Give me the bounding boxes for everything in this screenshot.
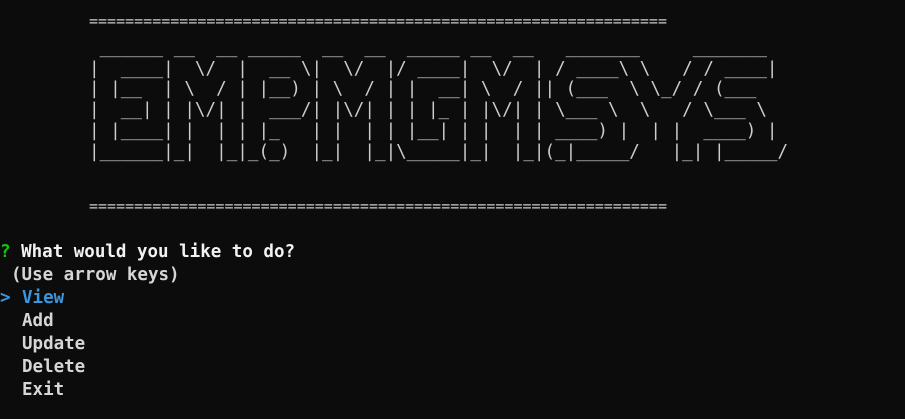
prompt-line: ? What would you like to do?	[0, 241, 295, 264]
ascii-art-logo: ______ __ __ _____ __ __ _____ __ __ ___…	[89, 38, 789, 162]
prompt-hint: (Use arrow keys)	[11, 265, 180, 285]
menu-selection-pointer: >	[0, 288, 11, 308]
terminal-window: ========================================…	[0, 0, 905, 419]
banner-bottom-rule: ========================================…	[89, 200, 667, 212]
prompt-question-marker: ?	[0, 242, 11, 262]
menu-item-update[interactable]: Update	[22, 333, 85, 356]
prompt-question: What would you like to do?	[21, 242, 296, 262]
banner-top-rule: ========================================…	[89, 15, 667, 27]
menu-item-add[interactable]: Add	[22, 310, 54, 333]
menu-item-exit[interactable]: Exit	[22, 379, 64, 402]
menu-item-view[interactable]: View	[22, 287, 64, 310]
menu-item-delete[interactable]: Delete	[22, 356, 85, 379]
